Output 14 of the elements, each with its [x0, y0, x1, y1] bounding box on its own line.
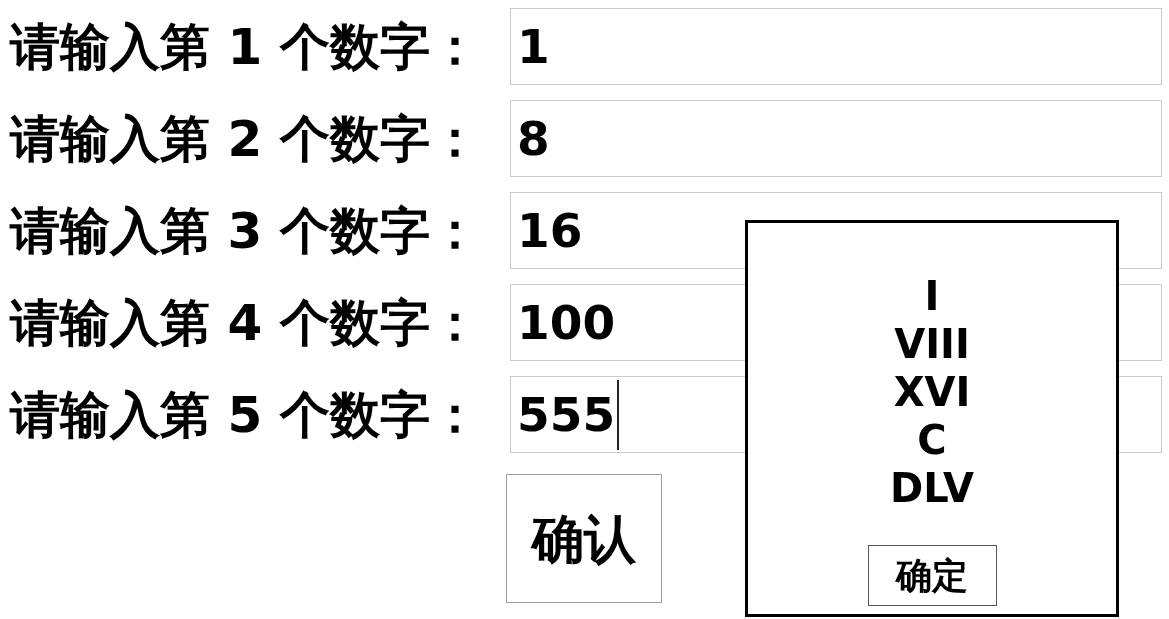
result-text: DLV [889, 464, 975, 512]
field-label: 请输入第 2 个数字： [10, 113, 481, 164]
input-field[interactable]: 8 [510, 100, 1162, 177]
field-label: 请输入第 3 个数字： [10, 205, 481, 256]
ok-button[interactable]: 确定 [867, 545, 997, 606]
field-label: 请输入第 5 个数字： [10, 389, 481, 440]
result-text: C [917, 416, 947, 464]
field-label: 请输入第 4 个数字： [10, 297, 481, 348]
field-label: 请输入第 1 个数字： [10, 21, 481, 72]
result-text: VIII [894, 320, 970, 368]
result-text: XVI [893, 368, 971, 416]
input-field[interactable]: 1 [510, 8, 1162, 85]
confirm-button[interactable]: 确认 [506, 474, 662, 603]
result-text: I [924, 272, 940, 320]
